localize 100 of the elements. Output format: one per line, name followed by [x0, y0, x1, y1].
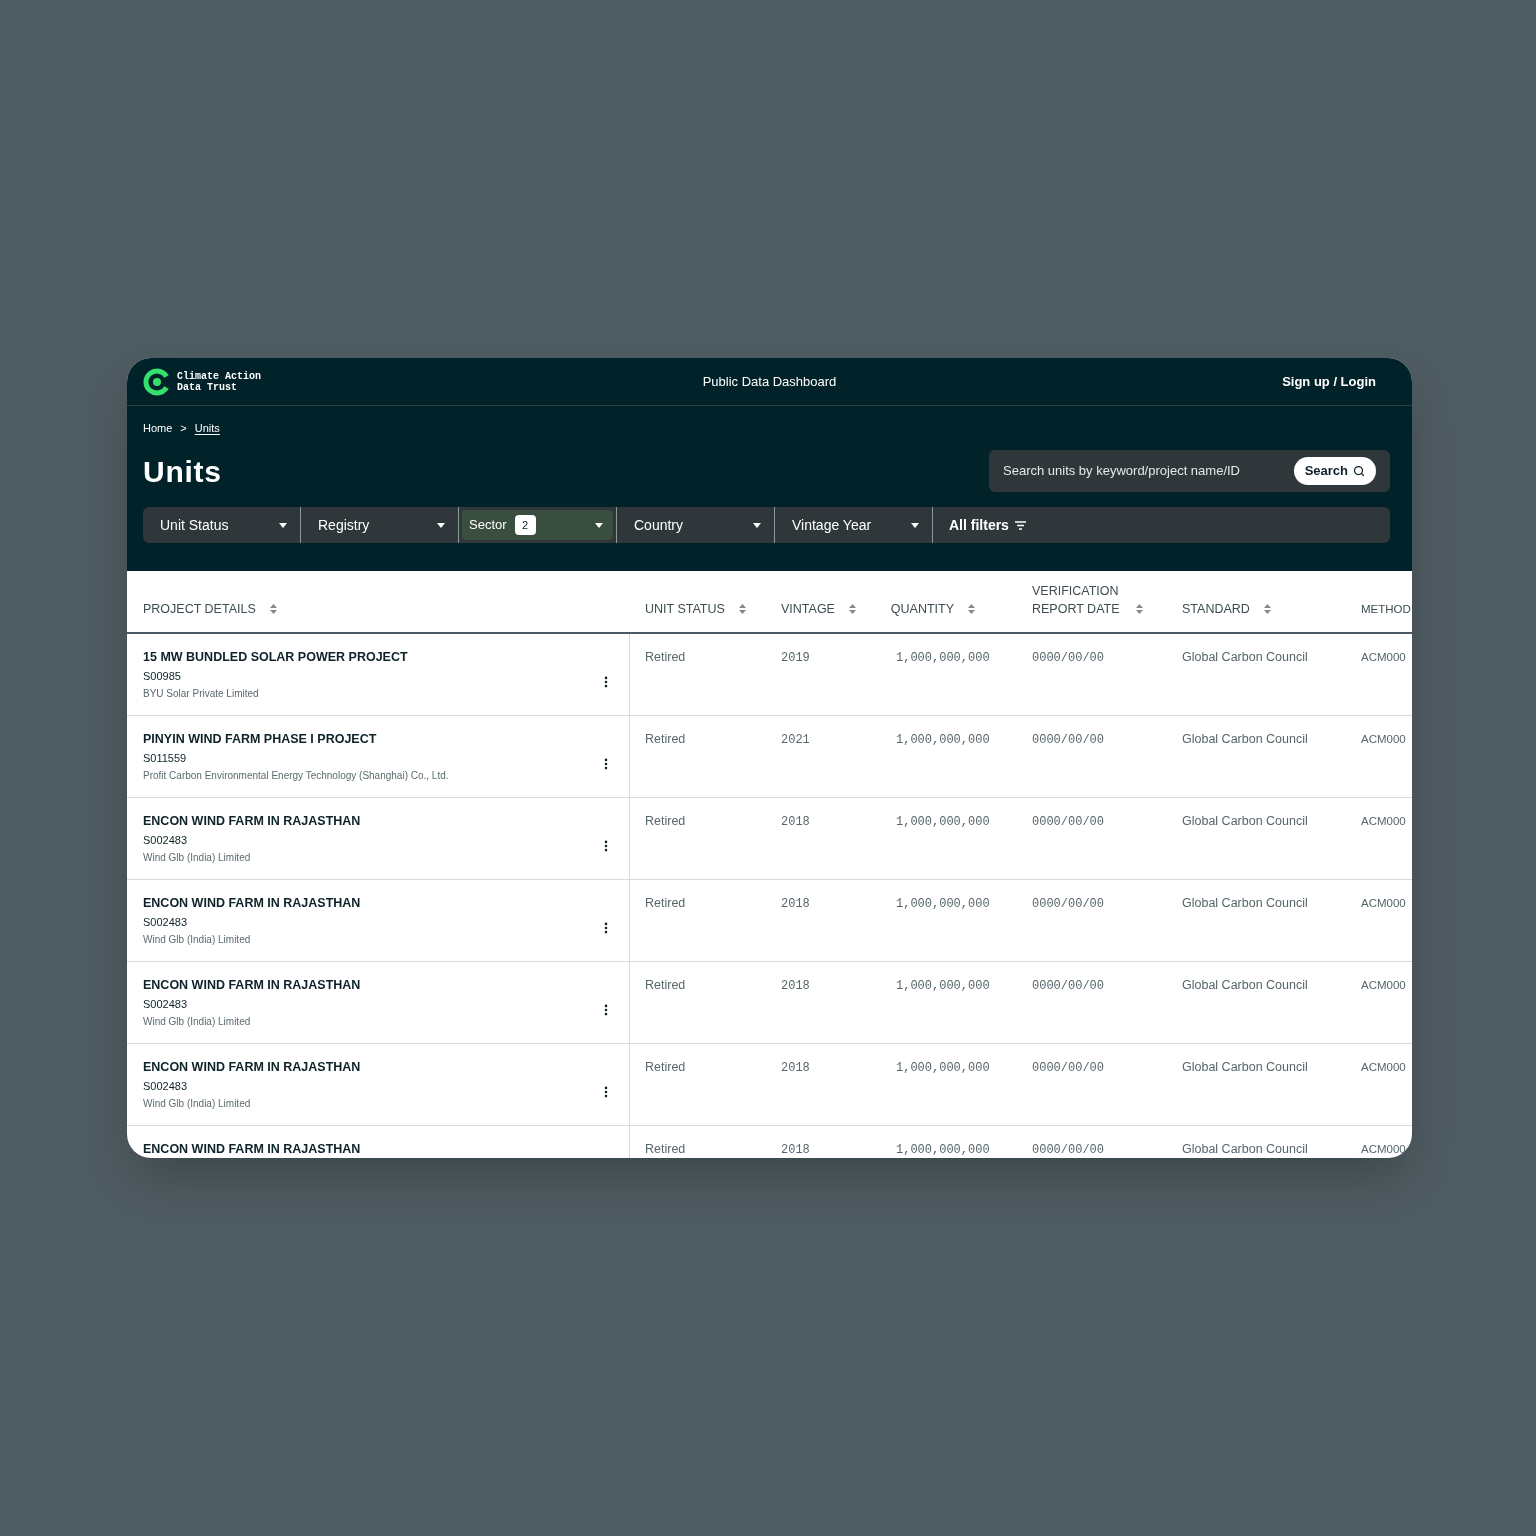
sort-icon[interactable]: [269, 604, 277, 614]
table-cell: Retired: [645, 814, 686, 828]
header-title: Public Data Dashboard: [702, 372, 837, 391]
company-name: Wind Glb (India) Limited: [143, 1097, 252, 1111]
caret-icon: [437, 522, 445, 528]
table-cell: 2018: [781, 897, 810, 911]
table-cell: 1,000,000,000: [896, 733, 990, 747]
table-cell: 2018: [781, 1143, 810, 1157]
sort-icon[interactable]: [1263, 604, 1271, 614]
filter-label: Unit Status: [160, 515, 229, 535]
column-header: PROJECT DETAILS: [143, 601, 256, 618]
table-cell: 1,000,000,000: [896, 1143, 990, 1157]
table-cell: 0000/00/00: [1032, 1143, 1104, 1157]
search-icon: [1353, 465, 1365, 477]
table-cell: ACM000: [1361, 815, 1406, 827]
company-name: Wind Glb (India) Limited: [143, 851, 252, 865]
table-cell: 2019: [781, 651, 810, 665]
table-cell: ACM000: [1361, 897, 1406, 909]
table-cell: ACM000: [1361, 979, 1406, 991]
breadcrumb-link[interactable]: Home: [143, 419, 173, 437]
column-header: UNIT STATUS: [645, 601, 725, 618]
search-field[interactable]: Search units by keyword/project name/ID Search: [989, 450, 1390, 492]
table-cell: 2018: [781, 1061, 810, 1075]
logo-text: Climate Action Data Trust: [177, 370, 261, 393]
sign-up-login-link[interactable]: Sign up / Login: [1282, 371, 1376, 392]
table-cell: 2021: [781, 733, 810, 747]
company-name: Wind Glb (India) Limited: [143, 1015, 252, 1029]
filter-label: Registry: [318, 515, 370, 535]
table-cell: 2018: [781, 815, 810, 829]
column-header: VINTAGE: [781, 601, 835, 618]
sort-icon[interactable]: [848, 604, 856, 614]
table-cell: Global Carbon Council: [1182, 1060, 1308, 1074]
project-id: S002483: [143, 915, 189, 930]
project-id: S011559: [143, 751, 188, 766]
filter-dropdown[interactable]: Country: [620, 510, 771, 540]
count-badge: 2: [514, 515, 536, 535]
table-cell: 2018: [781, 979, 810, 993]
project-id: S002483: [143, 997, 189, 1012]
table-cell: ACM000: [1361, 651, 1406, 663]
table-cell: Global Carbon Council: [1182, 814, 1308, 828]
column-header: QUANTITY: [890, 601, 954, 618]
project-name[interactable]: 15 MW BUNDLED SOLAR POWER PROJECT: [143, 648, 408, 666]
project-id: S002483: [143, 833, 189, 848]
filter-dropdown[interactable]: Unit Status: [146, 510, 297, 540]
filter-dropdown[interactable]: Vintage Year: [778, 510, 929, 540]
table-cell: Retired: [645, 896, 686, 910]
table-cell: ACM000: [1361, 1061, 1406, 1073]
column-header: METHOD: [1361, 602, 1411, 617]
filter-icon: [1014, 520, 1026, 530]
filter-label: Vintage Year: [792, 515, 872, 535]
table-cell: ACM000: [1361, 1143, 1406, 1155]
table-cell: Global Carbon Council: [1182, 650, 1308, 664]
table-cell: 0000/00/00: [1032, 733, 1104, 747]
caret-icon: [753, 522, 761, 528]
table-cell: 1,000,000,000: [896, 651, 990, 665]
sort-icon[interactable]: [1136, 604, 1143, 614]
table-cell: ACM000: [1361, 733, 1406, 745]
project-name[interactable]: ENCON WIND FARM IN RAJASTHAN: [143, 812, 361, 830]
sort-icon[interactable]: [968, 604, 975, 614]
project-name[interactable]: ENCON WIND FARM IN RAJASTHAN: [143, 1058, 361, 1076]
table-cell: 1,000,000,000: [896, 815, 990, 829]
table-cell: Global Carbon Council: [1182, 978, 1308, 992]
project-name[interactable]: ENCON WIND FARM IN RAJASTHAN: [143, 1140, 361, 1158]
table-cell: 1,000,000,000: [896, 1061, 990, 1075]
company-name: Profit Carbon Environmental Energy Technology (Shanghai) Co., Ltd.: [143, 769, 449, 783]
table-cell: 0000/00/00: [1032, 897, 1104, 911]
table-cell: 0000/00/00: [1032, 1061, 1104, 1075]
table-cell: Global Carbon Council: [1182, 732, 1308, 746]
breadcrumb-link[interactable]: Units: [194, 419, 220, 437]
table-cell: Global Carbon Council: [1182, 1142, 1308, 1156]
project-name[interactable]: ENCON WIND FARM IN RAJASTHAN: [143, 894, 361, 912]
column-header: VERIFICATION REPORT DATE: [1032, 583, 1121, 618]
table-cell: 1,000,000,000: [896, 897, 990, 911]
sort-icon[interactable]: [738, 604, 746, 614]
project-name[interactable]: ENCON WIND FARM IN RAJASTHAN: [143, 976, 361, 994]
table-cell: Retired: [645, 978, 686, 992]
table-cell: 0000/00/00: [1032, 815, 1104, 829]
table-cell: Retired: [645, 732, 686, 746]
all-filters-button[interactable]: All filters: [949, 514, 1026, 536]
company-name: BYU Solar Private Limited: [143, 687, 260, 701]
filter-dropdown[interactable]: Registry: [304, 510, 455, 540]
project-name[interactable]: PINYIN WIND FARM PHASE I PROJECT: [143, 730, 449, 748]
table-cell: Retired: [645, 650, 686, 664]
breadcrumb-separator: >: [180, 420, 187, 436]
caret-icon: [911, 522, 919, 528]
column-header: STANDARD: [1182, 601, 1250, 618]
filter-label: Country: [634, 515, 684, 535]
filter-label: Sector: [469, 516, 507, 535]
search-button[interactable]: Search: [1293, 457, 1376, 485]
caret-icon: [595, 522, 603, 528]
table-cell: Global Carbon Council: [1182, 896, 1308, 910]
caret-icon: [279, 522, 287, 528]
page-title: Units: [143, 453, 222, 490]
logo-icon: [143, 367, 171, 396]
table-cell: Retired: [645, 1060, 686, 1074]
table-cell: 1,000,000,000: [896, 979, 990, 993]
table-cell: Retired: [645, 1142, 686, 1156]
company-name: Wind Glb (India) Limited: [143, 933, 252, 947]
filter-dropdown[interactable]: Sector 2: [462, 510, 613, 540]
table-cell: 0000/00/00: [1032, 979, 1104, 993]
